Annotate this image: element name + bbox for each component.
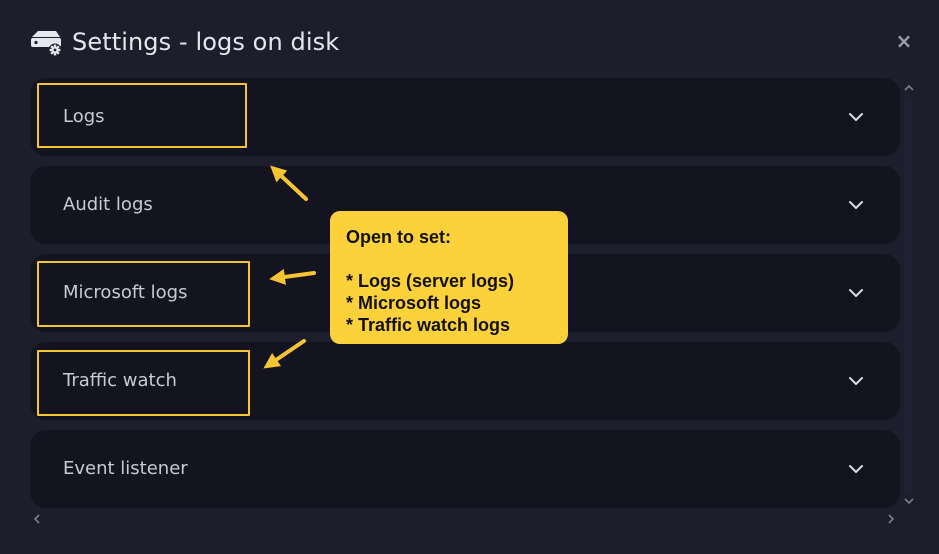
panel-event-listener[interactable]: Event listener xyxy=(30,430,900,508)
vertical-scrollbar-track[interactable] xyxy=(904,98,912,494)
scroll-down-icon[interactable] xyxy=(903,496,915,506)
panel-logs-label: Logs xyxy=(63,106,105,127)
panel-logs[interactable]: Logs xyxy=(30,78,900,156)
server-settings-icon xyxy=(31,31,62,57)
chevron-down-icon[interactable] xyxy=(848,197,864,213)
chevron-down-icon[interactable] xyxy=(848,109,864,125)
callout-item: * Traffic watch logs xyxy=(346,315,511,335)
horizontal-scrollbar[interactable] xyxy=(30,510,900,528)
dialog-title: Settings - logs on disk xyxy=(72,28,340,56)
panel-audit-logs-label: Audit logs xyxy=(63,194,153,215)
dialog-header: Settings - logs on disk xyxy=(28,22,339,62)
panel-traffic-watch-label: Traffic watch xyxy=(63,370,177,391)
chevron-down-icon[interactable] xyxy=(848,373,864,389)
callout-item: * Logs (server logs) xyxy=(346,271,515,291)
vertical-scrollbar[interactable] xyxy=(900,80,918,512)
callout-item: * Microsoft logs xyxy=(346,293,482,313)
annotation-callout: Open to set: * Logs (server logs) * Micr… xyxy=(330,211,568,344)
scroll-right-icon[interactable] xyxy=(886,513,896,525)
scroll-up-icon[interactable] xyxy=(903,83,915,93)
close-button[interactable]: × xyxy=(893,30,915,52)
callout-heading: Open to set: xyxy=(346,227,452,247)
chevron-down-icon[interactable] xyxy=(848,285,864,301)
panel-event-listener-label: Event listener xyxy=(63,458,188,479)
chevron-down-icon[interactable] xyxy=(848,461,864,477)
settings-dialog: Settings - logs on disk × Logs Audit log… xyxy=(0,0,939,554)
scroll-left-icon[interactable] xyxy=(32,513,42,525)
panel-microsoft-logs-label: Microsoft logs xyxy=(63,282,188,303)
panel-traffic-watch[interactable]: Traffic watch xyxy=(30,342,900,420)
